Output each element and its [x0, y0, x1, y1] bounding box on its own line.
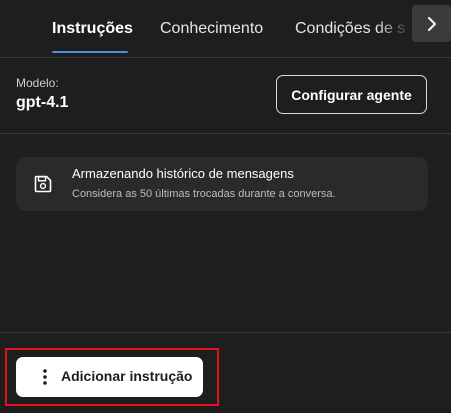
add-instruction-label: Adicionar instrução	[61, 368, 193, 384]
active-tab-indicator	[52, 51, 128, 53]
add-instruction-button[interactable]: Adicionar instrução	[16, 357, 203, 397]
model-value: gpt-4.1	[16, 94, 69, 111]
history-info-card: Armazenando histórico de mensagens Consi…	[16, 157, 428, 211]
section-divider	[0, 133, 451, 134]
tab-instrucoes[interactable]: Instruções	[52, 20, 133, 38]
more-vertical-icon	[43, 369, 47, 385]
model-label: Modelo:	[16, 76, 59, 90]
tab-fade-overlay	[376, 0, 412, 56]
history-title: Armazenando histórico de mensagens	[72, 166, 294, 181]
history-subtitle: Considera as 50 últimas trocadas durante…	[72, 188, 336, 200]
tab-bar: Instruções Conhecimento Condições de s	[0, 0, 451, 58]
save-icon	[34, 175, 52, 193]
chevron-right-icon	[427, 16, 436, 31]
tab-scroll-right-button[interactable]	[412, 5, 451, 42]
configure-agent-button[interactable]: Configurar agente	[276, 75, 427, 114]
tab-conhecimento[interactable]: Conhecimento	[160, 20, 263, 38]
footer-divider	[0, 332, 451, 333]
